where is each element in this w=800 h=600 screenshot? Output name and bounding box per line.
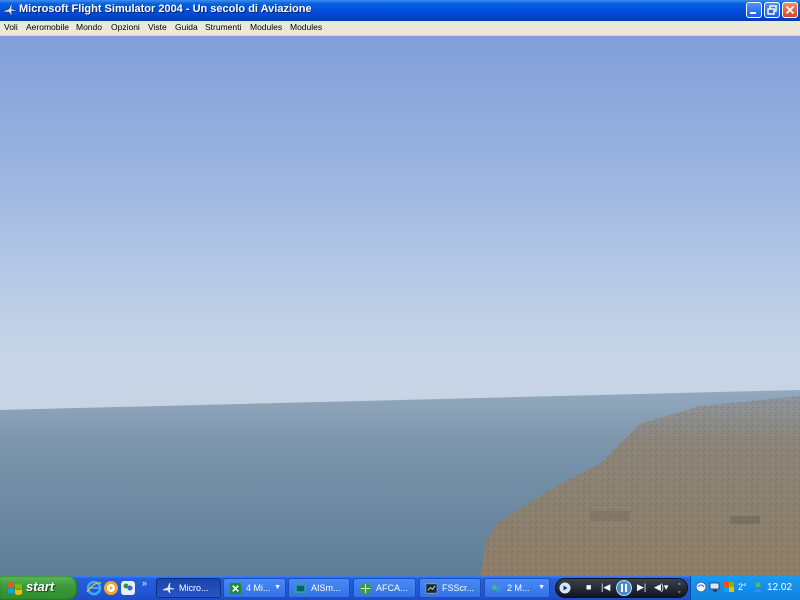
task-label: Micro... [179,583,209,593]
minimize-button[interactable] [746,2,762,18]
menu-strumenti[interactable]: Strumenti [205,22,241,32]
task-button-fsscreen[interactable]: FSScr... [419,578,481,598]
task-button-aismooth[interactable]: AISm... [288,578,350,598]
close-icon [785,5,795,15]
task-label: AISm... [311,583,341,593]
taskbar: start » Micro... 4 Mi... ▼ AISm... AFCA.… [0,576,800,600]
windows-logo-icon [8,582,22,595]
airplane-icon [3,3,17,16]
menu-guida[interactable]: Guida [175,22,198,32]
previous-icon[interactable]: |◀ [601,582,610,593]
messenger-icon[interactable] [120,580,136,596]
title-bar[interactable]: Microsoft Flight Simulator 2004 - Un sec… [0,0,800,21]
task-label: 4 Mi... [246,583,271,593]
network-icon [359,582,372,595]
task-label: AFCA... [376,583,408,593]
minimize-icon [750,12,756,14]
task-label: FSScr... [442,583,475,593]
menu-aeromobile[interactable]: Aeromobile [26,22,69,32]
network-connection-icon[interactable] [695,581,707,593]
scenery-view [0,36,800,576]
system-tray: 2° 12.02 [690,576,800,600]
media-player-icon[interactable] [103,580,119,596]
user-icon[interactable] [752,581,764,593]
volume-icon[interactable]: ◀)▾ [654,582,668,593]
menu-bar: Voli Aeromobile Mondo Opzioni Viste Guid… [0,21,800,36]
menu-mondo[interactable]: Mondo [76,22,102,32]
media-toolbar-restore-icon[interactable]: ◦ ◦ [678,581,680,597]
start-label: start [26,579,55,594]
stop-icon[interactable]: ■ [586,582,591,592]
simulator-viewport[interactable] [0,36,800,576]
start-button[interactable]: start [0,576,78,600]
messenger-icon [492,585,501,592]
media-logo-icon[interactable] [559,582,571,594]
menu-modules-2[interactable]: Modules [290,22,322,32]
airplane-icon [162,582,175,594]
group-arrow-icon: ▼ [274,584,281,591]
restore-button[interactable] [764,2,780,18]
msn-icon[interactable] [723,581,735,593]
task-button-messenger-group[interactable]: 2 M... ▼ [484,578,550,598]
task-button-afca[interactable]: AFCA... [353,578,416,598]
task-button-excel-group[interactable]: 4 Mi... ▼ [223,578,286,598]
window-title: Microsoft Flight Simulator 2004 - Un sec… [19,3,312,15]
task-button-flight-simulator[interactable]: Micro... [156,578,221,598]
group-arrow-icon: ▼ [538,584,545,591]
pause-icon[interactable] [616,580,632,596]
temperature-readout: 2° [738,582,747,592]
menu-modules-1[interactable]: Modules [250,22,282,32]
internet-explorer-icon[interactable] [86,580,102,596]
next-icon[interactable]: ▶| [637,582,646,593]
media-player-toolbar: ■ |◀ ▶| ◀)▾ ◦ ◦ [555,578,688,598]
menu-viste[interactable]: Viste [148,22,167,32]
task-label: 2 M... [507,583,530,593]
app-icon [294,583,307,594]
menu-opzioni[interactable]: Opzioni [111,22,140,32]
monitor-icon[interactable] [709,581,721,593]
close-button[interactable] [782,2,798,18]
excel-icon [229,582,242,595]
camera-icon [425,583,438,594]
quick-launch-more-button[interactable]: » [142,578,147,588]
menu-voli[interactable]: Voli [4,22,18,32]
clock[interactable]: 12.02 [767,582,792,593]
restore-icon [767,5,777,15]
